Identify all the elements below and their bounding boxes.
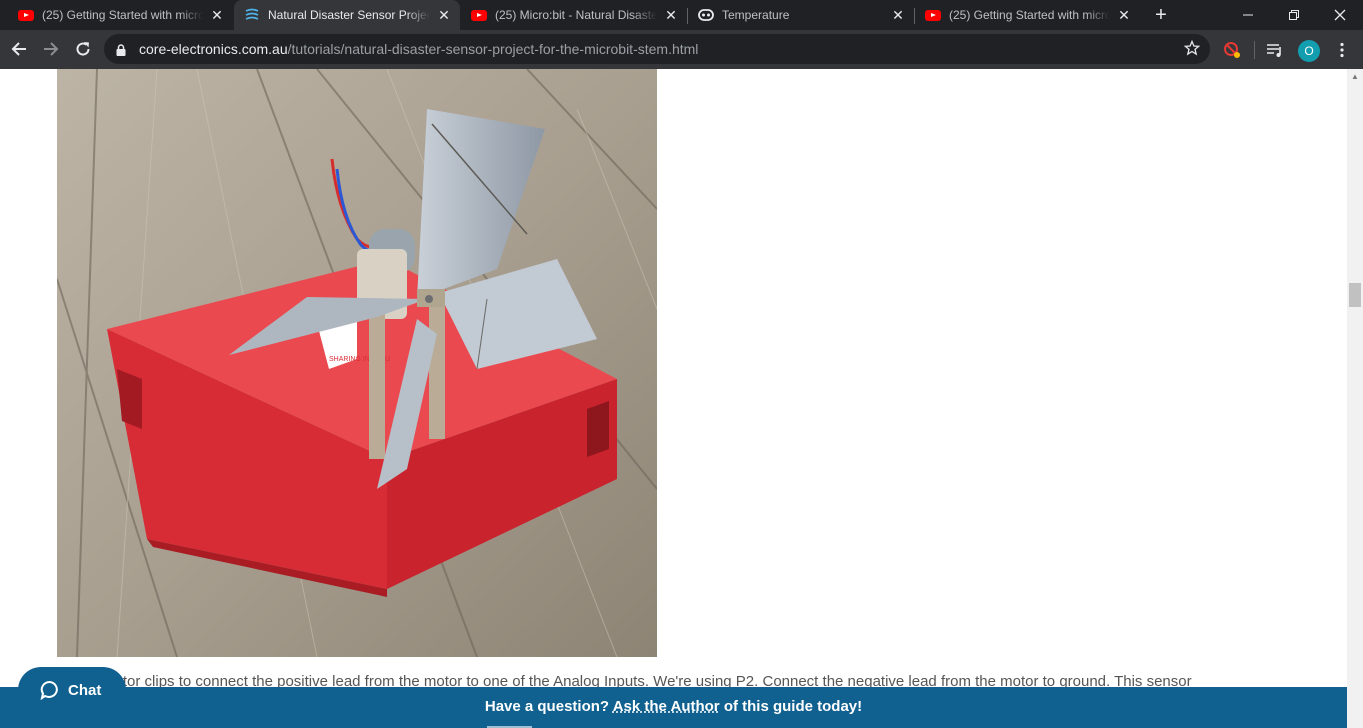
toolbar-separator [1254,41,1255,59]
bookmark-star-icon[interactable] [1183,39,1201,61]
scroll-up-arrow-icon[interactable]: ▲ [1347,69,1363,85]
forward-button[interactable] [36,34,66,64]
profile-avatar[interactable]: O [1298,40,1320,62]
page-content: SHARING INGENU Use alligator clips to co… [0,69,1347,728]
url-text: core-electronics.com.au/tutorials/natura… [139,41,698,57]
chat-bubble-icon [40,680,58,700]
tab-title: Temperature [722,8,790,22]
media-control-icon[interactable] [1264,39,1286,61]
close-tab-icon[interactable]: ✕ [1116,7,1132,23]
browser-toolbar: core-electronics.com.au/tutorials/natura… [0,30,1363,69]
minimize-button[interactable] [1225,0,1271,30]
youtube-icon [925,7,941,23]
banner-prefix: Have a question? [484,698,610,715]
microbit-icon [698,7,714,23]
reload-button[interactable] [68,34,98,64]
tab-title: (25) Micro:bit - Natural Disaste [495,8,657,22]
tab-2[interactable]: Natural Disaster Sensor Project ✕ [234,0,460,30]
page-scrollbar[interactable] [1347,69,1363,728]
youtube-icon [471,7,487,23]
banner-suffix: of this guide today! [723,698,863,715]
url-path: /tutorials/natural-disaster-sensor-proje… [287,41,699,57]
restore-button[interactable] [1271,0,1317,30]
tab-5[interactable]: (25) Getting Started with micro ✕ [915,0,1140,30]
scroll-thumb[interactable] [1349,283,1361,307]
close-tab-icon[interactable]: ✕ [436,7,452,23]
youtube-icon [18,7,34,23]
tab-4[interactable]: Temperature ✕ [688,0,914,30]
article-image: SHARING INGENU [57,69,657,657]
lock-icon [116,43,126,61]
close-window-button[interactable] [1317,0,1363,30]
back-button[interactable] [4,34,34,64]
url-host: core-electronics.com.au [139,41,288,57]
ask-author-link[interactable]: Ask the Author [613,698,720,715]
tab-1[interactable]: (25) Getting Started with micro ✕ [8,0,233,30]
tab-strip: (25) Getting Started with micro ✕ Natura… [0,0,1363,30]
chat-button[interactable]: Chat [18,667,126,713]
chat-label: Chat [68,681,102,699]
wind-turbine-photo: SHARING INGENU [57,69,657,657]
new-tab-button[interactable]: + [1150,4,1172,26]
extension-icon[interactable] [1221,39,1243,61]
core-electronics-icon [244,7,260,23]
tab-3[interactable]: (25) Micro:bit - Natural Disaste ✕ [461,0,687,30]
tab-title: (25) Getting Started with micro [949,8,1110,22]
address-bar[interactable]: core-electronics.com.au/tutorials/natura… [104,34,1210,64]
close-tab-icon[interactable]: ✕ [209,7,225,23]
close-tab-icon[interactable]: ✕ [663,7,679,23]
tab-title: (25) Getting Started with micro [42,8,203,22]
close-tab-icon[interactable]: ✕ [890,7,906,23]
ask-author-banner[interactable]: Have a question? Ask the Author of this … [0,687,1347,728]
more-menu-icon[interactable] [1331,39,1353,61]
tab-title: Natural Disaster Sensor Project [268,8,430,22]
